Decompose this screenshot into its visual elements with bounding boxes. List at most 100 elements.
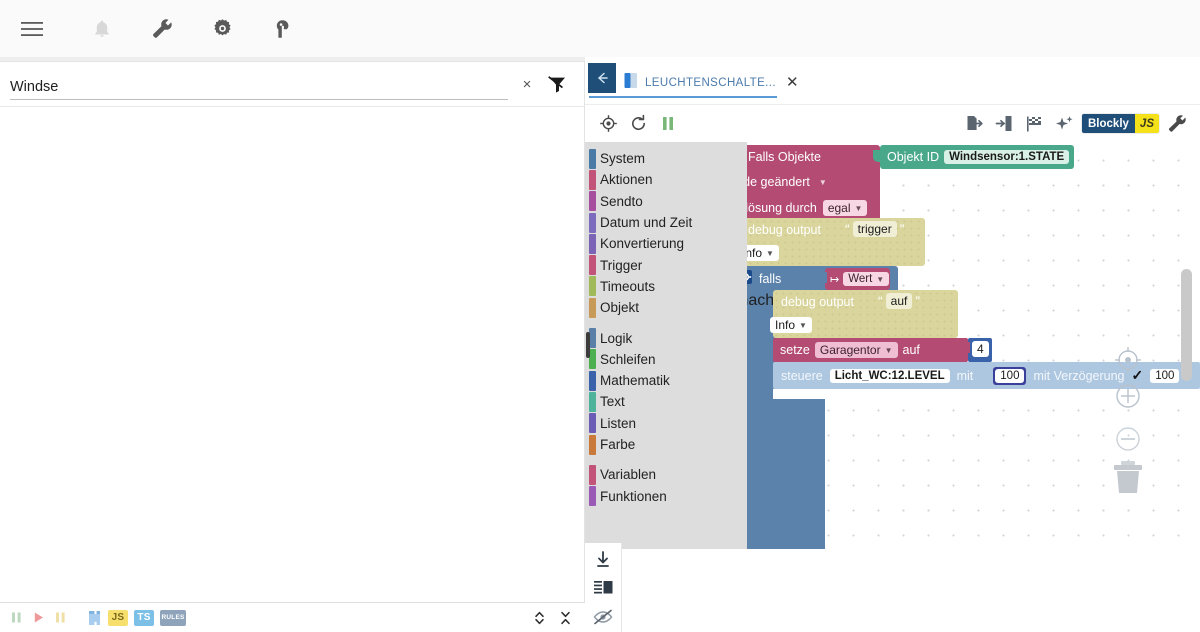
trigger-source-label: slösung durch: [739, 201, 817, 215]
toolbox-category-schleifen[interactable]: Schleifen: [585, 349, 747, 370]
trash-icon[interactable]: [1107, 457, 1149, 504]
set-variable-dropdown[interactable]: Garagentor ▼: [815, 342, 898, 358]
toolbox-category-aktionen[interactable]: Aktionen: [585, 169, 747, 190]
chevron-down-icon[interactable]: ▼: [876, 275, 884, 284]
script-tab-bar: LEUCHTENSCHALTE... ✕: [585, 57, 1200, 105]
quote-close-icon: ”: [900, 221, 905, 237]
control-delay-value-field[interactable]: 100: [1150, 369, 1179, 383]
then-set-number-block[interactable]: 4: [968, 338, 992, 362]
category-label: Aktionen: [600, 172, 653, 187]
zoom-in-icon[interactable]: [1113, 381, 1143, 416]
if-condition-block[interactable]: ↦ Wert ▼: [825, 268, 890, 290]
category-color-swatch: [589, 213, 596, 233]
sparkle-icon[interactable]: [1049, 109, 1079, 139]
debug-level-dropdown[interactable]: Info ▼: [770, 317, 812, 333]
locate-target-icon[interactable]: [593, 109, 623, 139]
back-button[interactable]: [588, 63, 616, 93]
if-condition-variable[interactable]: Wert ▼: [843, 272, 889, 286]
hamburger-menu-icon[interactable]: [10, 7, 54, 51]
debug-text-field[interactable]: trigger: [853, 221, 897, 237]
application-window: ×: [0, 0, 1200, 632]
workspace-footer: [585, 549, 1200, 632]
object-id-field[interactable]: Windsensor:1.STATE: [944, 150, 1069, 164]
workspace-side-rail: [585, 543, 622, 632]
ts-badge[interactable]: TS: [134, 610, 154, 626]
gear-icon[interactable]: [200, 7, 244, 51]
wrench-icon[interactable]: [1162, 109, 1192, 139]
toolbox-category-sendto[interactable]: Sendto: [585, 191, 747, 212]
play-icon[interactable]: [30, 610, 46, 626]
chevron-down-icon[interactable]: ▼: [819, 178, 827, 187]
chevron-down-icon[interactable]: ▼: [799, 321, 807, 330]
then-set-block[interactable]: setze Garagentor ▼ auf: [773, 338, 968, 362]
close-icon[interactable]: ✕: [783, 75, 799, 90]
toolbox-category-variablen[interactable]: Variablen: [585, 464, 747, 485]
zoom-center-icon[interactable]: [1113, 345, 1143, 380]
blockly-toggle-label[interactable]: Blockly: [1082, 114, 1135, 133]
right-panel: LEUCHTENSCHALTE... ✕: [585, 57, 1200, 632]
category-label: Sendto: [600, 194, 643, 209]
toolbox-category-objekt[interactable]: Objekt: [585, 297, 747, 318]
set-to-label: auf: [903, 343, 920, 357]
workspace-scrollbar[interactable]: [1181, 269, 1192, 381]
refresh-icon[interactable]: [623, 109, 653, 139]
toolbox-category-mathematik[interactable]: Mathematik: [585, 370, 747, 391]
user-head-icon[interactable]: [260, 7, 304, 51]
category-color-swatch: [589, 298, 596, 318]
blockly-workspace[interactable]: Falls Objekte rde geändert ▼ slösung dur…: [585, 142, 1200, 632]
clear-search-icon[interactable]: ×: [516, 73, 538, 95]
zoom-out-icon[interactable]: [1113, 424, 1143, 459]
pause-icon[interactable]: [653, 109, 683, 139]
toolbox-category-timeouts[interactable]: Timeouts: [585, 276, 747, 297]
category-color-swatch: [589, 191, 596, 211]
number-field[interactable]: 4: [972, 341, 989, 357]
expand-vertical-icon[interactable]: [531, 610, 547, 626]
chevron-down-icon[interactable]: ▼: [766, 249, 774, 258]
toolbox-category-konvertierung[interactable]: Konvertierung: [585, 233, 747, 254]
filter-off-icon[interactable]: [544, 71, 570, 97]
chevron-down-icon[interactable]: ▼: [885, 346, 893, 355]
category-label: Objekt: [600, 300, 639, 315]
checkered-flag-icon[interactable]: [1019, 109, 1049, 139]
toolbox-category-funktionen[interactable]: Funktionen: [585, 485, 747, 506]
search-divider: [0, 106, 584, 107]
download-icon[interactable]: [592, 549, 614, 569]
bell-icon[interactable]: [80, 7, 124, 51]
trigger-block[interactable]: Falls Objekte rde geändert ▼ slösung dur…: [740, 145, 880, 218]
toolbox-category-text[interactable]: Text: [585, 391, 747, 412]
control-value-field[interactable]: 100: [995, 369, 1024, 383]
wrench-icon[interactable]: [140, 7, 184, 51]
toolbox-category-trigger[interactable]: Trigger: [585, 254, 747, 275]
pause-alt-icon[interactable]: [52, 610, 68, 626]
toolbox-category-listen[interactable]: Listen: [585, 413, 747, 434]
control-target-field[interactable]: Licht_WC:12.LEVEL: [830, 369, 950, 383]
js-badge[interactable]: JS: [108, 610, 128, 626]
toolbox-category-logik[interactable]: Logik: [585, 327, 747, 348]
category-label: Text: [600, 394, 625, 409]
list-view-icon[interactable]: [592, 578, 614, 598]
object-id-block[interactable]: Objekt ID Windsensor:1.STATE: [880, 145, 1074, 169]
toolbox-group-ioBroker: System Aktionen Sendto Datum und Zeit: [585, 148, 747, 318]
trigger-source-dropdown[interactable]: egal ▼: [823, 200, 868, 216]
category-color-swatch: [589, 234, 596, 254]
toolbox-category-datum-und-zeit[interactable]: Datum und Zeit: [585, 212, 747, 233]
debug-level-value: Info: [775, 318, 795, 332]
control-value-block[interactable]: 100: [993, 367, 1026, 385]
toolbox-category-farbe[interactable]: Farbe: [585, 434, 747, 455]
left-panel: ×: [0, 57, 585, 632]
blockly-badge[interactable]: [86, 610, 102, 626]
import-blocks-icon[interactable]: [989, 109, 1019, 139]
export-blocks-icon[interactable]: [959, 109, 989, 139]
toolbox-category-system[interactable]: System: [585, 148, 747, 169]
pause-icon[interactable]: [8, 610, 24, 626]
search-input[interactable]: [10, 79, 508, 99]
debug-text-field[interactable]: auf: [886, 293, 913, 309]
rules-badge[interactable]: RULES: [160, 610, 186, 626]
language-toggle[interactable]: Blockly JS: [1082, 114, 1159, 133]
debug-output-block-trigger[interactable]: debug output “ trigger ” Info ▼: [740, 218, 925, 266]
js-toggle-label[interactable]: JS: [1135, 114, 1159, 133]
eye-off-icon[interactable]: [592, 607, 614, 627]
collapse-icon[interactable]: [557, 610, 573, 626]
then-debug-output-block[interactable]: debug output “ auf ” Info ▼: [773, 290, 958, 338]
chevron-down-icon[interactable]: ▼: [855, 204, 863, 213]
